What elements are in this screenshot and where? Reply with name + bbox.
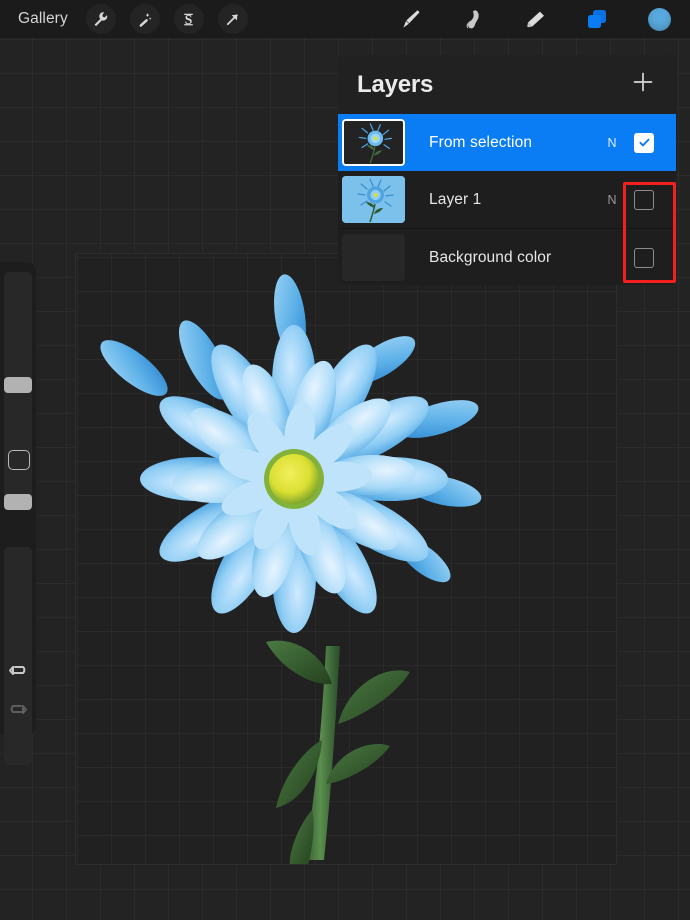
gallery-button[interactable]: Gallery: [13, 7, 73, 31]
brush-size-slider-knob[interactable]: [4, 377, 32, 393]
redo-button[interactable]: [7, 699, 29, 721]
add-layer-button[interactable]: [630, 69, 656, 100]
layer-visibility-checkbox[interactable]: [634, 133, 654, 153]
magic-wand-icon[interactable]: [130, 4, 160, 34]
artwork-canvas[interactable]: [75, 253, 617, 865]
procreate-app-window: Gallery S: [0, 0, 690, 920]
undo-button[interactable]: [7, 660, 29, 682]
transform-arrow-icon[interactable]: [218, 4, 248, 34]
layer-thumbnail[interactable]: [342, 234, 405, 281]
thumbnail-flower-icon: [344, 121, 403, 164]
left-sidebar: [0, 262, 36, 735]
layer-visibility-checkbox[interactable]: [634, 248, 654, 268]
layers-panel-header: Layers: [338, 55, 676, 114]
modify-square-button[interactable]: [8, 450, 30, 470]
brush-opacity-slider[interactable]: [4, 547, 32, 765]
layers-panel-title: Layers: [357, 71, 433, 99]
paintbrush-icon[interactable]: [396, 4, 426, 34]
layer-row[interactable]: From selection N: [338, 114, 676, 171]
flower-bloom: [140, 325, 448, 633]
color-swatch[interactable]: [644, 4, 674, 34]
wrench-icon[interactable]: [86, 4, 116, 34]
smudge-icon[interactable]: [458, 4, 488, 34]
layer-blend-mode[interactable]: N: [607, 193, 617, 207]
current-color-dot: [648, 8, 671, 31]
layers-icon[interactable]: [582, 4, 612, 34]
right-tool-group: [396, 4, 674, 34]
layer-row[interactable]: Layer 1 N: [338, 171, 676, 229]
layer-thumbnail[interactable]: [342, 176, 405, 223]
top-toolbar: Gallery S: [0, 0, 690, 38]
layer-name: Layer 1: [429, 191, 607, 209]
layer-row[interactable]: Background color: [338, 229, 676, 285]
thumbnail-flower-icon: [342, 176, 405, 223]
eraser-icon[interactable]: [520, 4, 550, 34]
brush-opacity-slider-knob[interactable]: [4, 494, 32, 510]
left-tool-group: S: [86, 4, 248, 34]
selection-s-icon[interactable]: S: [174, 4, 204, 34]
flower-artwork: [76, 254, 616, 864]
layer-visibility-checkbox[interactable]: [634, 190, 654, 210]
layer-thumbnail[interactable]: [342, 119, 405, 166]
layer-name: From selection: [429, 134, 607, 152]
layer-blend-mode[interactable]: N: [607, 136, 617, 150]
layers-panel: Layers: [338, 55, 676, 285]
layer-name: Background color: [429, 249, 607, 267]
